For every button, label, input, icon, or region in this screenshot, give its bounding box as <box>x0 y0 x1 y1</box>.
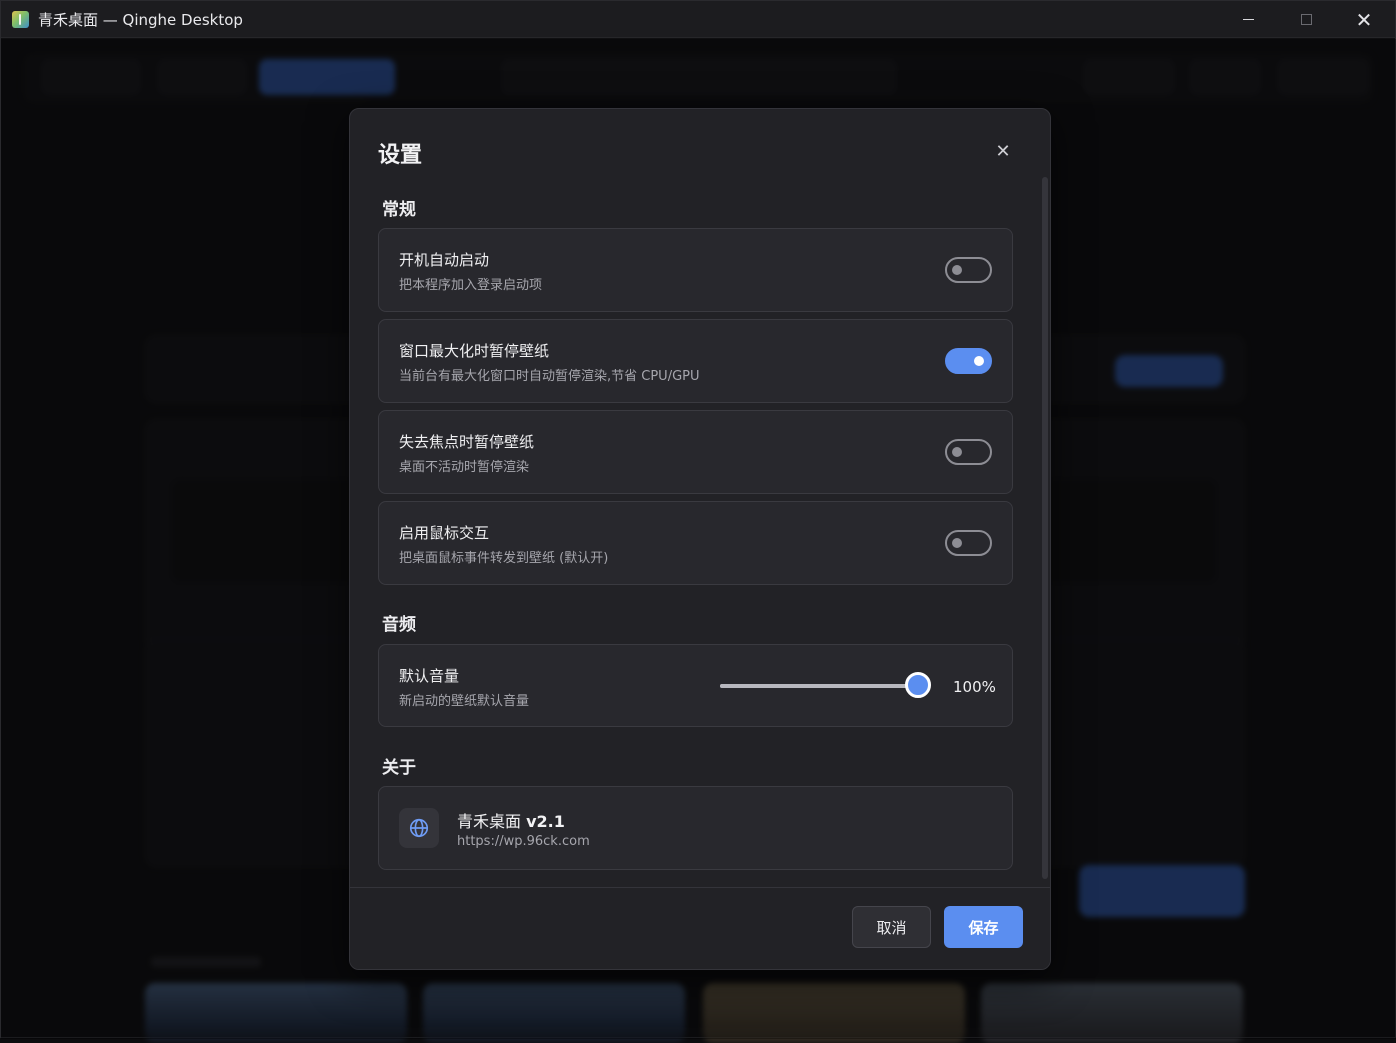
mouse-interaction-toggle[interactable] <box>945 530 992 556</box>
app-window: 青禾桌面 — Qinghe Desktop ✕ 设置 ✕ 常规 开机自动启动 把… <box>0 0 1396 1043</box>
dialog-scrollbar[interactable] <box>1042 177 1048 879</box>
maximize-icon <box>1300 14 1312 25</box>
cancel-button[interactable]: 取消 <box>852 906 931 948</box>
setting-title: 开机自动启动 <box>399 251 490 269</box>
setting-title: 失去焦点时暂停壁纸 <box>399 433 535 451</box>
about-url-link[interactable]: https://wp.96ck.com <box>457 834 590 849</box>
minimize-icon <box>1242 19 1254 20</box>
setting-title: 启用鼠标交互 <box>399 524 490 542</box>
toggle-knob <box>952 538 962 548</box>
minimize-button[interactable] <box>1219 1 1277 38</box>
setting-description: 新启动的壁纸默认音量 <box>399 694 530 709</box>
settings-dialog: 设置 ✕ 常规 开机自动启动 把本程序加入登录启动项 窗口最大化时暂停壁纸 当前… <box>349 108 1051 970</box>
setting-description: 把本程序加入登录启动项 <box>399 278 543 293</box>
volume-value: 100% <box>953 678 996 696</box>
title-bar[interactable]: 青禾桌面 — Qinghe Desktop ✕ <box>1 1 1395 38</box>
autostart-toggle[interactable] <box>945 257 992 283</box>
setting-description: 当前台有最大化窗口时自动暂停渲染,节省 CPU/GPU <box>399 369 700 384</box>
volume-slider-track[interactable] <box>720 684 918 688</box>
globe-icon <box>399 808 439 848</box>
volume-slider-fill <box>720 684 918 688</box>
toggle-knob <box>952 447 962 457</box>
app-name: 青禾桌面 <box>457 812 522 831</box>
pause-on-blur-toggle[interactable] <box>945 439 992 465</box>
close-icon: ✕ <box>995 140 1011 162</box>
setting-title: 默认音量 <box>399 667 460 685</box>
setting-pause-on-blur: 失去焦点时暂停壁纸 桌面不活动时暂停渲染 <box>378 410 1013 494</box>
dialog-footer: 取消 保存 <box>350 887 1050 969</box>
maximize-button[interactable] <box>1277 1 1335 38</box>
app-version: v2.1 <box>526 812 565 831</box>
setting-description: 桌面不活动时暂停渲染 <box>399 460 530 475</box>
close-window-button[interactable]: ✕ <box>1335 1 1393 38</box>
pause-on-maximize-toggle[interactable] <box>945 348 992 374</box>
setting-description: 把桌面鼠标事件转发到壁纸 (默认开) <box>399 551 609 566</box>
about-card: 青禾桌面 v2.1 https://wp.96ck.com <box>378 786 1013 870</box>
about-app-name: 青禾桌面 v2.1 <box>457 808 565 832</box>
app-logo-icon <box>12 10 29 28</box>
volume-slider-thumb[interactable] <box>905 672 931 698</box>
section-title-general: 常规 <box>382 200 416 220</box>
dialog-title: 设置 <box>378 143 423 168</box>
window-title: 青禾桌面 — Qinghe Desktop <box>38 10 243 29</box>
section-title-audio: 音频 <box>382 615 416 635</box>
setting-default-volume: 默认音量 新启动的壁纸默认音量 100% <box>378 644 1013 727</box>
setting-title: 窗口最大化时暂停壁纸 <box>399 342 550 360</box>
toggle-knob <box>952 265 962 275</box>
section-title-about: 关于 <box>382 758 416 778</box>
toggle-knob <box>974 356 984 366</box>
save-button[interactable]: 保存 <box>944 906 1023 948</box>
dialog-close-button[interactable]: ✕ <box>990 138 1016 164</box>
close-icon: ✕ <box>1355 7 1373 32</box>
setting-autostart: 开机自动启动 把本程序加入登录启动项 <box>378 228 1013 312</box>
setting-mouse-interaction: 启用鼠标交互 把桌面鼠标事件转发到壁纸 (默认开) <box>378 501 1013 585</box>
setting-pause-on-maximize: 窗口最大化时暂停壁纸 当前台有最大化窗口时自动暂停渲染,节省 CPU/GPU <box>378 319 1013 403</box>
